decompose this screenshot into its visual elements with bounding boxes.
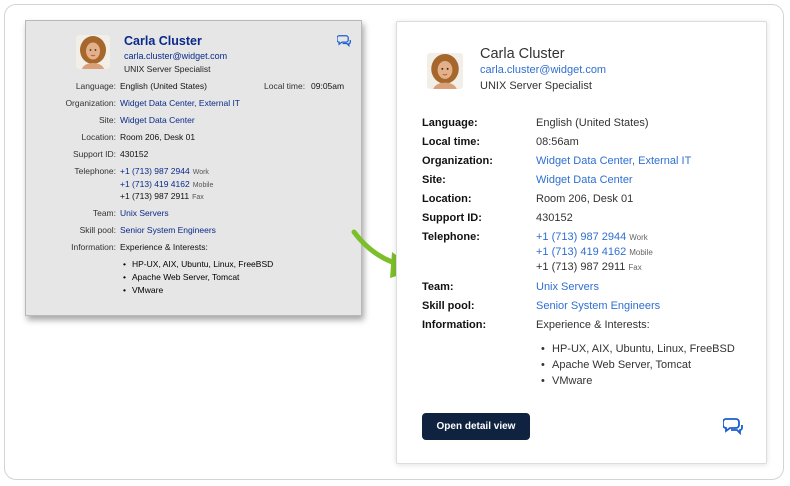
site-label: Site: — [422, 174, 446, 186]
language-value: English (United States) — [120, 81, 207, 91]
phone-type: Mobile — [192, 182, 214, 189]
support-id-value: 430152 — [536, 212, 573, 224]
list-item: VMware — [121, 284, 273, 297]
support-id-row: Support ID: 430152 — [26, 148, 363, 160]
telephone-row: Telephone: +1 (713) 987 2944 Work — [397, 230, 768, 245]
phone-number[interactable]: +1 (713) 419 4162 — [120, 179, 190, 189]
location-label: Location: — [81, 132, 117, 142]
chat-bubbles-icon[interactable] — [336, 33, 351, 48]
team-label: Team: — [92, 208, 116, 218]
contact-name: Carla Cluster — [124, 34, 202, 48]
phone-type: Fax — [192, 194, 204, 201]
site-row: Site: Widget Data Center — [26, 114, 363, 126]
information-value: Experience & Interests: — [120, 242, 208, 252]
phone-mobile: +1 (713) 419 4162 Mobile — [536, 245, 653, 260]
list-item: Apache Web Server, Tomcat — [121, 271, 273, 284]
skill-pool-link[interactable]: Senior System Engineers — [536, 299, 660, 314]
location-label: Location: — [422, 193, 472, 205]
team-label: Team: — [422, 281, 454, 293]
team-row: Team: Unix Servers — [26, 207, 363, 219]
team-link[interactable]: Unix Servers — [536, 280, 599, 295]
phone-work: +1 (713) 987 2944 Work — [536, 230, 648, 245]
local-time-row: Local time: 08:56am — [397, 135, 768, 150]
organization-link[interactable]: Widget Data Center, External IT — [120, 97, 240, 109]
telephone-row-2: +1 (713) 419 4162 Mobile — [397, 245, 768, 260]
new-interests-list: HP-UX, AIX, Ubuntu, Linux, FreeBSD Apach… — [538, 341, 735, 389]
contact-name: Carla Cluster — [480, 46, 565, 62]
list-item: Apache Web Server, Tomcat — [538, 357, 735, 373]
information-label: Information: — [422, 319, 487, 331]
new-contact-card: Carla Cluster carla.cluster@widget.com U… — [396, 21, 767, 464]
location-row: Location: Room 206, Desk 01 — [26, 131, 363, 143]
avatar — [76, 35, 110, 69]
support-id-row: Support ID: 430152 — [397, 211, 768, 226]
language-row: Language: English (United States) Local … — [26, 80, 363, 92]
information-row: Information: Experience & Interests: — [26, 241, 363, 253]
contact-email[interactable]: carla.cluster@widget.com — [124, 51, 227, 61]
phone-fax: +1 (713) 987 2911 Fax — [536, 260, 642, 275]
list-item: VMware — [538, 373, 735, 389]
local-time-label: Local time: — [264, 81, 306, 91]
list-item: HP-UX, AIX, Ubuntu, Linux, FreeBSD — [121, 258, 273, 271]
phone-work: +1 (713) 987 2944 Work — [120, 165, 209, 179]
telephone-label: Telephone: — [422, 231, 480, 243]
information-value: Experience & Interests: — [536, 319, 650, 331]
site-link[interactable]: Widget Data Center — [536, 173, 633, 188]
phone-number[interactable]: +1 (713) 987 2944 — [120, 166, 190, 176]
language-label: Language: — [75, 81, 116, 91]
organization-label: Organization: — [422, 155, 493, 167]
organization-link[interactable]: Widget Data Center, External IT — [536, 154, 691, 169]
skill-pool-label: Skill pool: — [422, 300, 475, 312]
telephone-row-2: +1 (713) 419 4162 Mobile — [26, 178, 363, 190]
contact-title: UNIX Server Specialist — [480, 80, 592, 92]
telephone-label: Telephone: — [74, 166, 116, 176]
phone-number[interactable]: +1 (713) 419 4162 — [536, 246, 626, 258]
old-interests-list: HP-UX, AIX, Ubuntu, Linux, FreeBSD Apach… — [121, 258, 273, 297]
phone-number: +1 (713) 987 2911 — [120, 191, 190, 201]
phone-type: Work — [629, 233, 648, 242]
skill-pool-row: Skill pool: Senior System Engineers — [397, 299, 768, 314]
avatar — [427, 53, 463, 89]
information-row: Information: Experience & Interests: — [397, 318, 768, 333]
phone-type: Fax — [628, 263, 642, 272]
list-item: HP-UX, AIX, Ubuntu, Linux, FreeBSD — [538, 341, 735, 357]
language-row: Language: English (United States) — [397, 116, 768, 131]
phone-fax: +1 (713) 987 2911 Fax — [120, 190, 204, 204]
location-value: Room 206, Desk 01 — [536, 193, 634, 205]
chat-bubbles-icon[interactable] — [722, 415, 743, 436]
skill-pool-row: Skill pool: Senior System Engineers — [26, 224, 363, 236]
local-time-label: Local time: — [422, 136, 481, 148]
site-row: Site: Widget Data Center — [397, 173, 768, 188]
skill-pool-link[interactable]: Senior System Engineers — [120, 224, 216, 236]
information-label: Information: — [71, 242, 116, 252]
support-id-label: Support ID: — [422, 212, 482, 224]
organization-label: Organization: — [65, 98, 116, 108]
telephone-row-3: +1 (713) 987 2911 Fax — [26, 190, 363, 202]
telephone-row-3: +1 (713) 987 2911 Fax — [397, 260, 768, 275]
location-value: Room 206, Desk 01 — [120, 132, 196, 142]
phone-type: Work — [192, 169, 209, 176]
organization-row: Organization: Widget Data Center, Extern… — [397, 154, 768, 169]
support-id-value: 430152 — [120, 149, 149, 159]
telephone-row: Telephone: +1 (713) 987 2944 Work — [26, 165, 363, 177]
site-link[interactable]: Widget Data Center — [120, 114, 195, 126]
contact-email[interactable]: carla.cluster@widget.com — [480, 64, 606, 76]
team-link[interactable]: Unix Servers — [120, 207, 169, 219]
contact-title: UNIX Server Specialist — [124, 64, 211, 74]
local-time-value: 08:56am — [536, 136, 579, 148]
location-row: Location: Room 206, Desk 01 — [397, 192, 768, 207]
organization-row: Organization: Widget Data Center, Extern… — [26, 97, 363, 109]
local-time-value: 09:05am — [311, 81, 345, 91]
phone-number[interactable]: +1 (713) 987 2944 — [536, 231, 626, 243]
support-id-label: Support ID: — [73, 149, 116, 159]
language-label: Language: — [422, 117, 478, 129]
phone-number: +1 (713) 987 2911 — [536, 261, 626, 273]
phone-type: Mobile — [629, 248, 653, 257]
open-detail-view-button[interactable]: Open detail view — [422, 413, 530, 440]
language-value: English (United States) — [536, 117, 649, 129]
site-label: Site: — [98, 115, 116, 125]
skill-pool-label: Skill pool: — [79, 225, 116, 235]
team-row: Team: Unix Servers — [397, 280, 768, 295]
